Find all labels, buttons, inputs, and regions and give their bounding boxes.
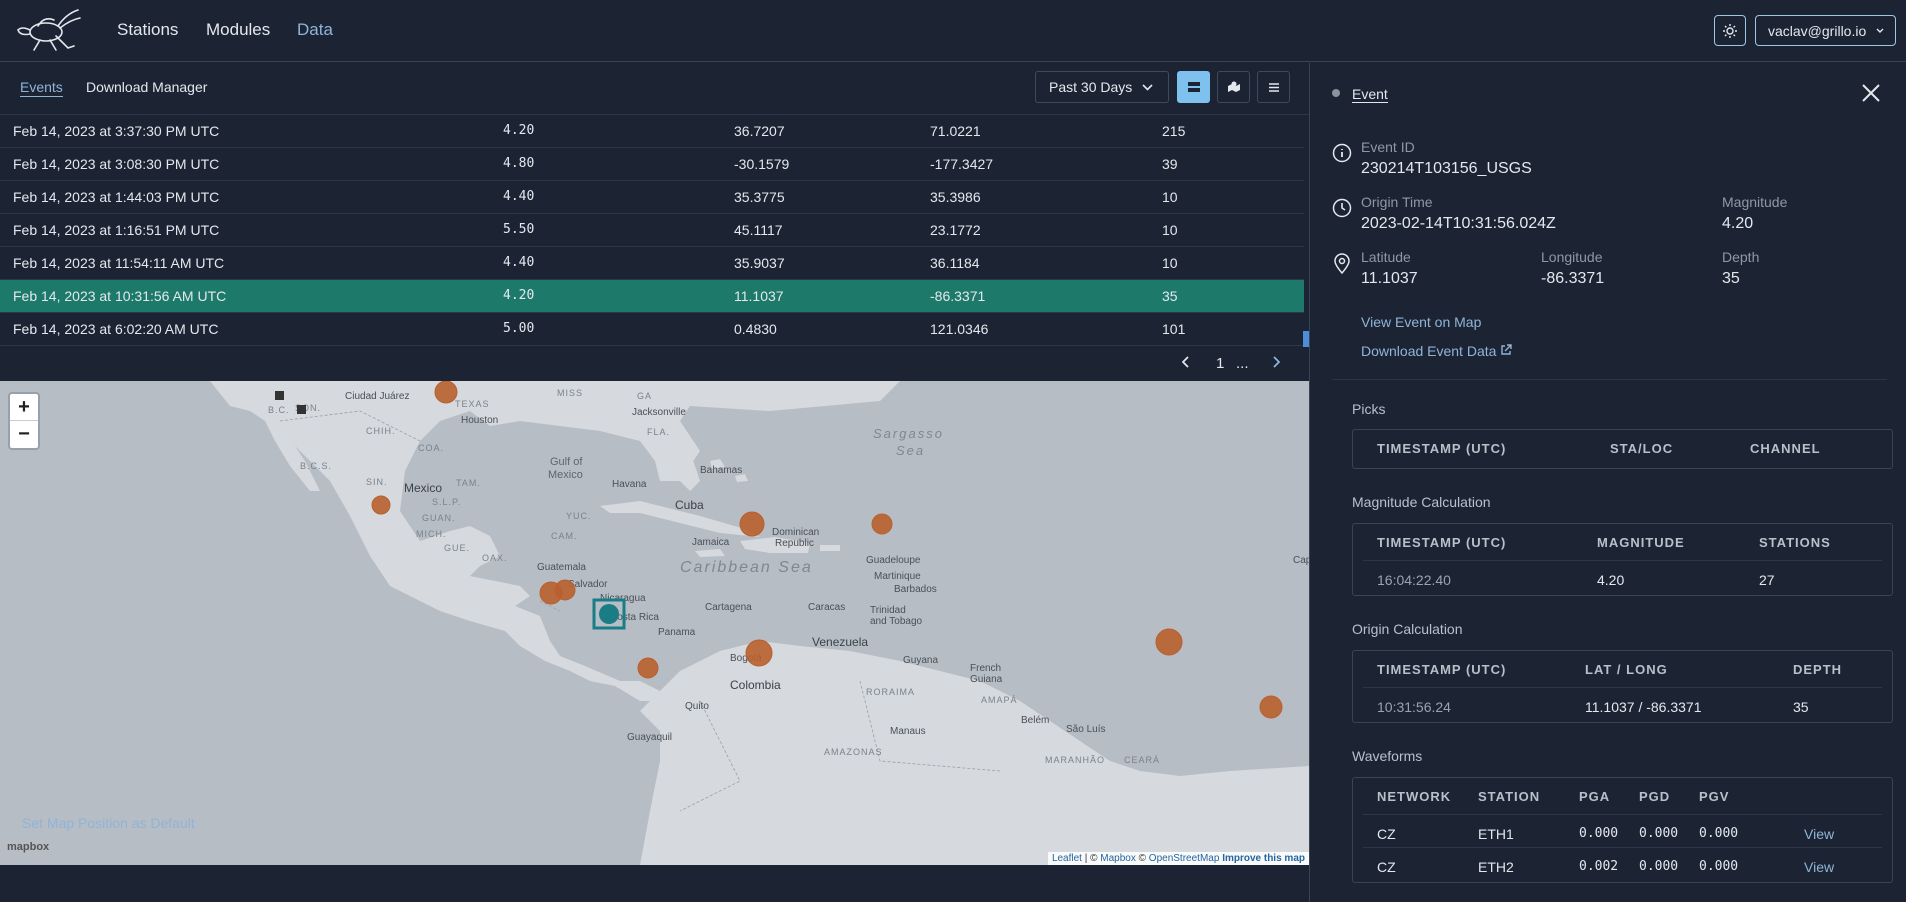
nav-data[interactable]: Data: [297, 20, 333, 40]
view-waveform-link[interactable]: View: [1804, 859, 1834, 875]
longitude-label: Longitude: [1541, 249, 1603, 265]
user-email: vaclav@grillo.io: [1768, 22, 1867, 39]
mapbox-link[interactable]: Mapbox: [1100, 853, 1136, 864]
leaflet-link[interactable]: Leaflet: [1052, 853, 1082, 864]
event-id-label: Event ID: [1361, 139, 1415, 155]
picks-table: TIMESTAMP (UTC) STA/LOC CHANNEL: [1352, 429, 1893, 469]
origin-calc-title: Origin Calculation: [1352, 621, 1463, 637]
pagination: 1 ...: [1170, 352, 1290, 376]
event-marker: [371, 495, 391, 515]
table-map-icon: [1187, 82, 1200, 92]
improve-map-link[interactable]: Improve this map: [1222, 853, 1305, 864]
waveforms-title: Waveforms: [1352, 748, 1423, 764]
table-header: NETWORK STATION PGA PGD PGV: [1377, 789, 1730, 804]
page-ellipsis: ...: [1236, 355, 1249, 372]
grillo-logo[interactable]: [16, 6, 82, 52]
set-map-default-link[interactable]: Set Map Position as Default: [22, 815, 195, 831]
location-pin-icon: [1334, 253, 1350, 275]
close-icon[interactable]: [1860, 82, 1882, 104]
magnitude-label: Magnitude: [1722, 194, 1788, 210]
table-row: 16:04:22.40 4.20 27: [1363, 560, 1882, 593]
table-row[interactable]: Feb 14, 2023 at 3:08:30 PM UTC 4.80 -30.15…: [0, 148, 1304, 181]
event-id-value: 230214T103156_USGS: [1361, 160, 1532, 177]
event-marker: [745, 639, 773, 667]
events-table: Feb 14, 2023 at 3:37:30 PM UTC 4.20 36.720…: [0, 115, 1304, 346]
table-row: CZ ETH2 0.002 0.000 0.000 View: [1363, 847, 1882, 880]
chevron-down-icon: [1142, 83, 1153, 91]
tab-download-manager[interactable]: Download Manager: [86, 79, 207, 95]
events-tabs: Events Download Manager Past 30 Days: [0, 63, 1309, 115]
event-marker: [1155, 628, 1183, 656]
table-header: TIMESTAMP (UTC) LAT / LONG DEPTH: [1377, 662, 1843, 677]
waveforms-table: NETWORK STATION PGA PGD PGV CZ ETH1 0.00…: [1352, 777, 1893, 883]
table-row: CZ ETH1 0.000 0.000 0.000 View: [1363, 814, 1882, 847]
table-row[interactable]: Feb 14, 2023 at 1:44:03 PM UTC 4.40 35.377…: [0, 181, 1304, 214]
origin-time-label: Origin Time: [1361, 194, 1433, 210]
magnitude-calc-table: TIMESTAMP (UTC) MAGNITUDE STATIONS 16:04…: [1352, 523, 1893, 596]
view-event-on-map-link[interactable]: View Event on Map: [1361, 314, 1481, 330]
depth-value: 35: [1722, 270, 1740, 287]
view-waveform-link[interactable]: View: [1804, 826, 1834, 842]
split-view-button[interactable]: [1177, 71, 1210, 103]
magnitude-calc-title: Magnitude Calculation: [1352, 494, 1491, 510]
period-select-value: Past 30 Days: [1049, 79, 1133, 95]
magnitude-value: 4.20: [1722, 215, 1754, 232]
origin-time-value: 2023-02-14T10:31:56.024Z: [1361, 215, 1556, 232]
detail-header: Event: [1310, 63, 1906, 113]
list-icon: [1268, 82, 1279, 92]
nav-stations[interactable]: Stations: [117, 20, 178, 40]
clock-icon: [1332, 198, 1352, 218]
map-icon: [1227, 81, 1240, 92]
event-marker: [434, 381, 458, 404]
table-row[interactable]: Feb 14, 2023 at 6:02:20 AM UTC 5.00 0.4830…: [0, 313, 1304, 346]
event-marker: [554, 579, 576, 601]
divider: [1332, 379, 1887, 380]
latitude-label: Latitude: [1361, 249, 1411, 265]
latitude-value: 11.1037: [1361, 270, 1418, 287]
sun-icon: [1723, 23, 1737, 38]
map-view-button[interactable]: [1217, 71, 1250, 103]
period-select[interactable]: Past 30 Days: [1035, 71, 1169, 103]
top-navbar: Stations Modules Data vaclav@grillo.io: [0, 0, 1906, 62]
map-markers: [275, 381, 1283, 719]
tab-event[interactable]: Event: [1352, 86, 1388, 103]
page-number[interactable]: 1: [1216, 355, 1224, 372]
chevron-left-icon[interactable]: [1181, 355, 1190, 372]
download-event-data-link[interactable]: Download Event Data: [1361, 343, 1513, 359]
user-menu-button[interactable]: vaclav@grillo.io: [1755, 15, 1896, 46]
chevron-down-icon: [1876, 28, 1884, 33]
table-row[interactable]: Feb 14, 2023 at 11:54:11 AM UTC 4.40 35.90…: [0, 247, 1304, 280]
station-marker: [275, 391, 284, 400]
picks-title: Picks: [1352, 401, 1386, 417]
status-dot: [1332, 89, 1340, 97]
chevron-right-icon[interactable]: [1272, 355, 1281, 372]
mapbox-logo[interactable]: mapbox: [7, 841, 49, 853]
longitude-value: -86.3371: [1541, 270, 1605, 287]
events-map[interactable]: + − Ciudad Juárez TEXAS MISS GA Jacksonv…: [0, 381, 1309, 865]
map-attribution: Leaflet | © Mapbox © OpenStreetMap Impro…: [1047, 852, 1309, 865]
depth-label: Depth: [1722, 249, 1760, 265]
list-view-button[interactable]: [1257, 71, 1290, 103]
nav-modules[interactable]: Modules: [206, 20, 270, 40]
table-row[interactable]: Feb 14, 2023 at 3:37:30 PM UTC 4.20 36.720…: [0, 115, 1304, 148]
events-panel: Events Download Manager Past 30 Days Feb…: [0, 63, 1309, 902]
origin-calc-table: TIMESTAMP (UTC) LAT / LONG DEPTH 10:31:5…: [1352, 650, 1893, 723]
table-header: TIMESTAMP (UTC) STA/LOC CHANNEL: [1377, 441, 1821, 456]
selected-event-dot: [599, 604, 619, 624]
table-row: 10:31:56.24 11.1037 / -86.3371 35: [1363, 687, 1882, 720]
event-detail-panel: Event Event ID 230214T103156_USGS Origin…: [1309, 63, 1906, 902]
table-row-selected[interactable]: Feb 14, 2023 at 10:31:56 AM UTC 4.20 11.10…: [0, 280, 1304, 313]
event-marker: [871, 513, 893, 535]
external-link-icon: [1501, 344, 1513, 355]
event-marker: [1259, 695, 1283, 719]
info-icon: [1332, 143, 1352, 163]
event-marker: [637, 657, 659, 679]
osm-link[interactable]: OpenStreetMap: [1149, 853, 1220, 864]
station-marker: [297, 405, 306, 414]
event-marker: [739, 511, 765, 537]
tab-events[interactable]: Events: [20, 79, 63, 97]
theme-toggle-button[interactable]: [1714, 15, 1746, 46]
table-row[interactable]: Feb 14, 2023 at 1:16:51 PM UTC 5.50 45.111…: [0, 214, 1304, 247]
table-header: TIMESTAMP (UTC) MAGNITUDE STATIONS: [1377, 535, 1831, 550]
